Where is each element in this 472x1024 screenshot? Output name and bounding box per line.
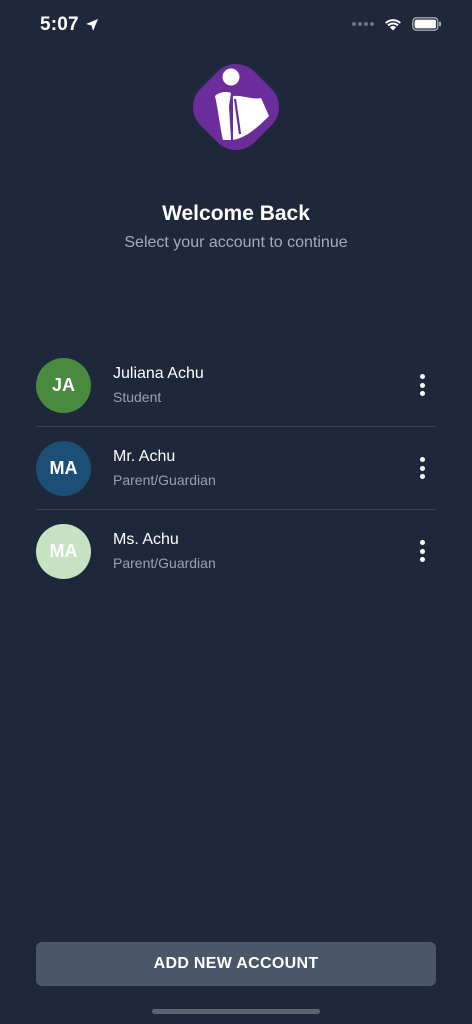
status-icons bbox=[352, 17, 442, 31]
more-vertical-icon[interactable] bbox=[414, 538, 430, 564]
account-role: Student bbox=[113, 389, 162, 405]
account-row[interactable]: MA Ms. Achu Parent/Guardian bbox=[36, 510, 436, 592]
account-row[interactable]: JA Juliana Achu Student bbox=[36, 344, 436, 427]
more-vertical-icon[interactable] bbox=[414, 372, 430, 398]
account-info: Juliana Achu Student bbox=[113, 365, 204, 405]
signal-dots-icon bbox=[352, 22, 374, 26]
status-bar: 5:07 bbox=[0, 0, 472, 54]
location-arrow-icon bbox=[85, 19, 98, 31]
account-name: Juliana Achu bbox=[113, 365, 204, 382]
wifi-icon bbox=[385, 19, 401, 31]
avatar: MA bbox=[36, 523, 91, 579]
status-time-group: 5:07 bbox=[40, 14, 99, 36]
page-title: Welcome Back bbox=[162, 202, 310, 225]
account-role: Parent/Guardian bbox=[113, 472, 216, 488]
status-time: 5:07 bbox=[40, 14, 79, 35]
account-list: JA Juliana Achu Student MA Mr. Achu Pare… bbox=[36, 344, 436, 592]
account-name: Mr. Achu bbox=[113, 448, 176, 465]
home-indicator[interactable] bbox=[152, 1009, 320, 1014]
avatar: MA bbox=[36, 440, 91, 496]
battery-icon bbox=[412, 17, 441, 31]
account-info: Mr. Achu Parent/Guardian bbox=[113, 448, 216, 488]
reader-logo-icon bbox=[193, 64, 279, 150]
account-role: Parent/Guardian bbox=[113, 555, 216, 571]
avatar: JA bbox=[36, 357, 91, 413]
account-select-screen: 5:07 Welcome Back Select your account to… bbox=[0, 0, 472, 1024]
account-info: Ms. Achu Parent/Guardian bbox=[113, 531, 216, 571]
page-subtitle: Select your account to continue bbox=[124, 234, 348, 251]
add-account-button[interactable]: ADD NEW ACCOUNT bbox=[36, 942, 436, 986]
account-name: Ms. Achu bbox=[113, 531, 179, 548]
account-row[interactable]: MA Mr. Achu Parent/Guardian bbox=[36, 427, 436, 510]
more-vertical-icon[interactable] bbox=[414, 455, 430, 481]
